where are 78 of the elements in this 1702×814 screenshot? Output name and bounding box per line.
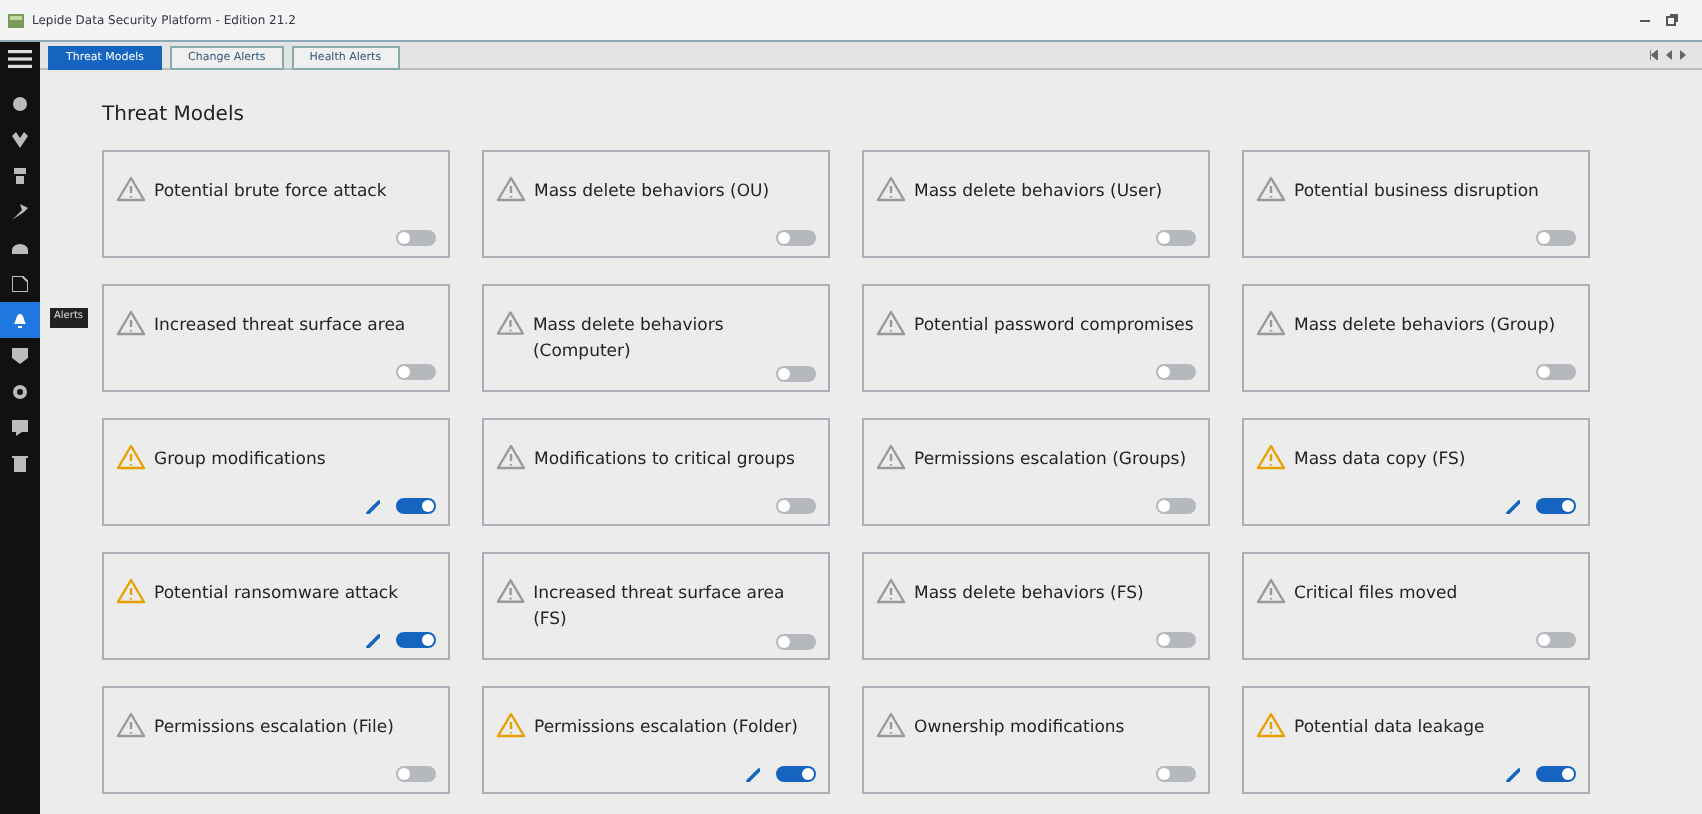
toggle-switch[interactable] xyxy=(1156,766,1196,782)
toggle-switch[interactable] xyxy=(776,230,816,246)
threat-model-name: Mass data copy (FS) xyxy=(1294,448,1466,474)
toggle-switch[interactable] xyxy=(396,632,436,648)
stack-icon[interactable] xyxy=(12,168,28,184)
app-icon xyxy=(8,13,24,27)
threat-model-card[interactable]: Increased threat surface area (FS) xyxy=(482,552,830,660)
restore-icon[interactable] xyxy=(1666,14,1678,26)
threat-model-card[interactable]: Potential brute force attack xyxy=(102,150,450,258)
toggle-switch[interactable] xyxy=(1536,498,1576,514)
threat-model-name: Permissions escalation (Groups) xyxy=(914,448,1187,474)
toggle-switch[interactable] xyxy=(1156,498,1196,514)
toggle-switch[interactable] xyxy=(1536,766,1576,782)
threat-model-name: Potential business disruption xyxy=(1294,180,1539,206)
toggle-switch[interactable] xyxy=(396,230,436,246)
threat-model-name: Mass delete behaviors (OU) xyxy=(534,180,770,206)
threat-model-card[interactable]: Mass delete behaviors (Computer) xyxy=(482,284,830,392)
trash-icon[interactable] xyxy=(12,456,28,472)
toggle-switch[interactable] xyxy=(776,365,816,381)
edit-icon[interactable] xyxy=(366,499,380,513)
threat-model-name: Mass delete behaviors (Computer) xyxy=(532,314,726,365)
threat-model-name: Increased threat surface area xyxy=(154,314,406,340)
threat-model-name: Critical files moved xyxy=(1294,582,1458,608)
threat-model-card[interactable]: Permissions escalation (Folder) xyxy=(482,686,830,794)
threat-model-card[interactable]: Modifications to critical groups xyxy=(482,418,830,526)
threat-model-name: Permissions escalation (File) xyxy=(154,716,394,742)
edit-icon[interactable] xyxy=(1506,499,1520,513)
toggle-switch[interactable] xyxy=(1156,632,1196,648)
threat-model-card[interactable]: Mass delete behaviors (User) xyxy=(862,150,1210,258)
chat-icon[interactable] xyxy=(12,420,28,436)
previous-icon[interactable] xyxy=(1666,50,1672,60)
threat-model-card[interactable]: Permissions escalation (File) xyxy=(102,686,450,794)
toggle-switch[interactable] xyxy=(1536,364,1576,380)
first-page-icon[interactable] xyxy=(1650,50,1658,60)
threat-model-name: Permissions escalation (Folder) xyxy=(534,716,798,742)
toggle-switch[interactable] xyxy=(776,633,816,649)
edit-icon[interactable] xyxy=(1506,767,1520,781)
toggle-switch[interactable] xyxy=(776,766,816,782)
page-heading: Threat Models xyxy=(102,104,244,126)
threat-model-card[interactable]: Potential password compromises xyxy=(862,284,1210,392)
threat-model-card[interactable]: Potential business disruption xyxy=(1242,150,1590,258)
threat-model-name: Modifications to critical groups xyxy=(534,448,795,474)
document-icon[interactable] xyxy=(12,276,28,292)
threat-model-name: Mass delete behaviors (FS) xyxy=(914,582,1144,608)
threat-model-name: Mass delete behaviors (User) xyxy=(914,180,1163,206)
threat-model-card[interactable]: Mass delete behaviors (OU) xyxy=(482,150,830,258)
toggle-switch[interactable] xyxy=(396,766,436,782)
edit-icon[interactable] xyxy=(366,633,380,647)
threat-model-card[interactable]: Mass delete behaviors (FS) xyxy=(862,552,1210,660)
toggle-switch[interactable] xyxy=(1156,230,1196,246)
bell-icon[interactable] xyxy=(12,312,28,328)
threat-model-card[interactable]: Group modifications xyxy=(102,418,450,526)
threat-model-card[interactable]: Mass data copy (FS) xyxy=(1242,418,1590,526)
threat-model-card[interactable]: Mass delete behaviors (Group) xyxy=(1242,284,1590,392)
menu-icon[interactable] xyxy=(8,49,32,67)
threat-model-name: Potential brute force attack xyxy=(154,180,387,206)
threat-model-card[interactable]: Increased threat surface area xyxy=(102,284,450,392)
threat-model-name: Potential ransomware attack xyxy=(154,582,399,608)
threat-model-card[interactable]: Potential data leakage xyxy=(1242,686,1590,794)
threat-model-name: Group modifications xyxy=(154,448,326,474)
toggle-switch[interactable] xyxy=(776,498,816,514)
threat-model-card[interactable]: Permissions escalation (Groups) xyxy=(862,418,1210,526)
minimize-icon[interactable] xyxy=(1640,14,1650,24)
threat-model-name: Potential password compromises xyxy=(914,314,1194,340)
next-icon[interactable] xyxy=(1680,50,1686,60)
toggle-switch[interactable] xyxy=(1156,364,1196,380)
threat-model-name: Mass delete behaviors (Group) xyxy=(1294,314,1556,340)
threat-model-card[interactable]: Critical files moved xyxy=(1242,552,1590,660)
edit-icon[interactable] xyxy=(746,767,760,781)
toggle-switch[interactable] xyxy=(396,498,436,514)
threat-model-card[interactable]: Potential ransomware attack xyxy=(102,552,450,660)
toggle-switch[interactable] xyxy=(396,364,436,380)
threat-model-name: Potential data leakage xyxy=(1294,716,1485,742)
threat-model-card[interactable]: Ownership modifications xyxy=(862,686,1210,794)
threat-model-name: Ownership modifications xyxy=(914,716,1125,742)
toggle-switch[interactable] xyxy=(1536,230,1576,246)
threat-model-name: Increased threat surface area (FS) xyxy=(533,582,787,633)
toggle-switch[interactable] xyxy=(1536,632,1576,648)
